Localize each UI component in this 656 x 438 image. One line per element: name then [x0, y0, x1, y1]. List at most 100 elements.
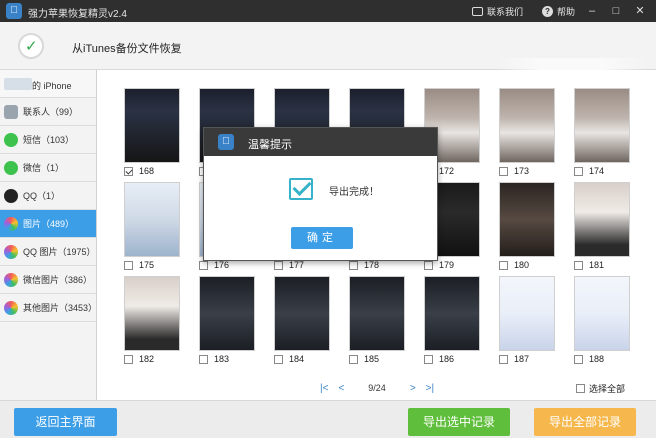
photo-thumbnail[interactable]: [574, 276, 630, 351]
sidebar-item-sms[interactable]: 短信（103）: [0, 126, 96, 154]
select-all-label: 选择全部: [589, 384, 626, 394]
photo-tile[interactable]: 188: [574, 276, 634, 366]
title-bar:  强力苹果恢复精灵v2.4 联系我们 ? 帮助 – □ ✕: [0, 0, 656, 22]
photo-tile[interactable]: 187: [499, 276, 559, 366]
photo-thumbnail[interactable]: [499, 276, 555, 351]
dialog-title: 温馨提示: [248, 139, 292, 151]
photo-caption: 168: [124, 164, 184, 178]
photo-caption: 180: [499, 258, 559, 272]
maximize-button[interactable]: □: [604, 0, 628, 22]
photo-number: 184: [289, 354, 305, 364]
photo-checkbox[interactable]: [574, 354, 583, 364]
photo-checkbox[interactable]: [124, 260, 133, 270]
photo-checkbox[interactable]: [199, 260, 208, 270]
photo-checkbox[interactable]: [349, 260, 358, 270]
help-link[interactable]: ? 帮助: [542, 4, 575, 18]
back-to-home-button[interactable]: 返回主界面: [14, 408, 117, 436]
photo-checkbox[interactable]: [274, 354, 283, 364]
photo-tile[interactable]: 185: [349, 276, 409, 366]
sidebar-item-other-photos[interactable]: 其他图片（3453）: [0, 294, 98, 322]
photo-number: 177: [289, 260, 305, 270]
photo-thumbnail[interactable]: [574, 182, 630, 257]
photo-number: 186: [439, 354, 455, 364]
photo-tile[interactable]: 182: [124, 276, 184, 366]
photo-checkbox[interactable]: [274, 260, 283, 270]
export-selected-button[interactable]: 导出选中记录: [408, 408, 510, 436]
photo-checkbox[interactable]: [124, 354, 133, 364]
other-photos-icon: [4, 300, 18, 315]
blurred-device-name: [4, 78, 32, 90]
sidebar-device[interactable]: 的 iPhone: [0, 70, 96, 98]
export-all-button[interactable]: 导出全部记录: [534, 408, 636, 436]
photo-thumbnail[interactable]: [424, 276, 480, 351]
photo-checkbox[interactable]: [499, 166, 508, 176]
photo-caption: 185: [349, 352, 409, 366]
contact-us-link[interactable]: 联系我们: [472, 4, 523, 18]
photo-thumbnail[interactable]: [349, 276, 405, 351]
photo-thumbnail[interactable]: [499, 88, 555, 163]
first-page-button[interactable]: |<: [320, 383, 328, 394]
close-button[interactable]: ✕: [628, 0, 652, 22]
photo-thumbnail[interactable]: [124, 88, 180, 163]
photo-caption: 186: [424, 352, 484, 366]
photo-number: 175: [139, 260, 155, 270]
photo-tile[interactable]: 168: [124, 88, 184, 178]
minimize-button[interactable]: –: [580, 0, 604, 22]
photo-tile[interactable]: 180: [499, 182, 559, 272]
photo-tile[interactable]: 181: [574, 182, 634, 272]
last-page-button[interactable]: >|: [426, 383, 434, 394]
photo-checkbox[interactable]: [424, 354, 433, 364]
photo-thumbnail[interactable]: [124, 276, 180, 351]
photo-number: 183: [214, 354, 230, 364]
contacts-icon: [4, 104, 18, 119]
photo-thumbnail[interactable]: [274, 276, 330, 351]
photo-thumbnail[interactable]: [574, 88, 630, 163]
sidebar-item-qq[interactable]: QQ（1）: [0, 182, 96, 210]
dialog-ok-button[interactable]: 确定: [291, 227, 353, 249]
header-band: ✓ 从iTunes备份文件恢复: [0, 22, 656, 72]
sidebar-item-label: 其他图片（3453）: [23, 303, 98, 313]
sidebar-item-photos[interactable]: 图片（489）: [0, 210, 96, 238]
page-indicator: 9/24: [368, 383, 386, 393]
sidebar-item-contacts[interactable]: 联系人（99）: [0, 98, 96, 126]
photo-checkbox[interactable]: [124, 166, 133, 176]
photo-caption: 188: [574, 352, 634, 366]
photo-caption: 184: [274, 352, 334, 366]
sidebar-item-label: 联系人（99）: [23, 107, 79, 117]
photo-tile[interactable]: 184: [274, 276, 334, 366]
photo-checkbox[interactable]: [499, 354, 508, 364]
prev-page-button[interactable]: <: [338, 383, 344, 394]
photo-tile[interactable]: 174: [574, 88, 634, 178]
sidebar-item-wechat-photos[interactable]: 微信图片（386）: [0, 266, 96, 294]
help-icon: ?: [542, 5, 553, 17]
sidebar-item-wechat[interactable]: 微信（1）: [0, 154, 96, 182]
photo-tile[interactable]: 183: [199, 276, 259, 366]
chat-icon: [472, 6, 483, 16]
photo-caption: 173: [499, 164, 559, 178]
photo-checkbox[interactable]: [349, 354, 358, 364]
photo-checkbox[interactable]: [199, 354, 208, 364]
wechat-icon: [4, 160, 18, 175]
photo-caption: 183: [199, 352, 259, 366]
photo-checkbox[interactable]: [574, 166, 583, 176]
photo-checkbox[interactable]: [499, 260, 508, 270]
photo-number: 180: [514, 260, 530, 270]
select-all-checkbox[interactable]: [576, 384, 585, 393]
success-check-icon: [289, 178, 313, 200]
photo-thumbnail[interactable]: [124, 182, 180, 257]
page-title: 从iTunes备份文件恢复: [72, 43, 182, 55]
photo-thumbnail[interactable]: [199, 276, 255, 351]
photo-checkbox[interactable]: [424, 260, 433, 270]
sidebar: 的 iPhone 联系人（99） 短信（103） 微信（1） QQ（1） 图片（…: [0, 70, 97, 400]
next-page-button[interactable]: >: [410, 383, 416, 394]
check-mark-icon: ✓: [25, 38, 38, 55]
photo-thumbnail[interactable]: [499, 182, 555, 257]
sidebar-item-label: 微信图片（386）: [23, 275, 93, 285]
photo-tile[interactable]: 186: [424, 276, 484, 366]
window-title: 强力苹果恢复精灵v2.4: [28, 9, 127, 20]
select-all-toggle[interactable]: 选择全部: [576, 382, 625, 395]
photo-checkbox[interactable]: [574, 260, 583, 270]
sidebar-item-qq-photos[interactable]: QQ 图片（1975）: [0, 238, 96, 266]
photo-tile[interactable]: 173: [499, 88, 559, 178]
photo-tile[interactable]: 175: [124, 182, 184, 272]
